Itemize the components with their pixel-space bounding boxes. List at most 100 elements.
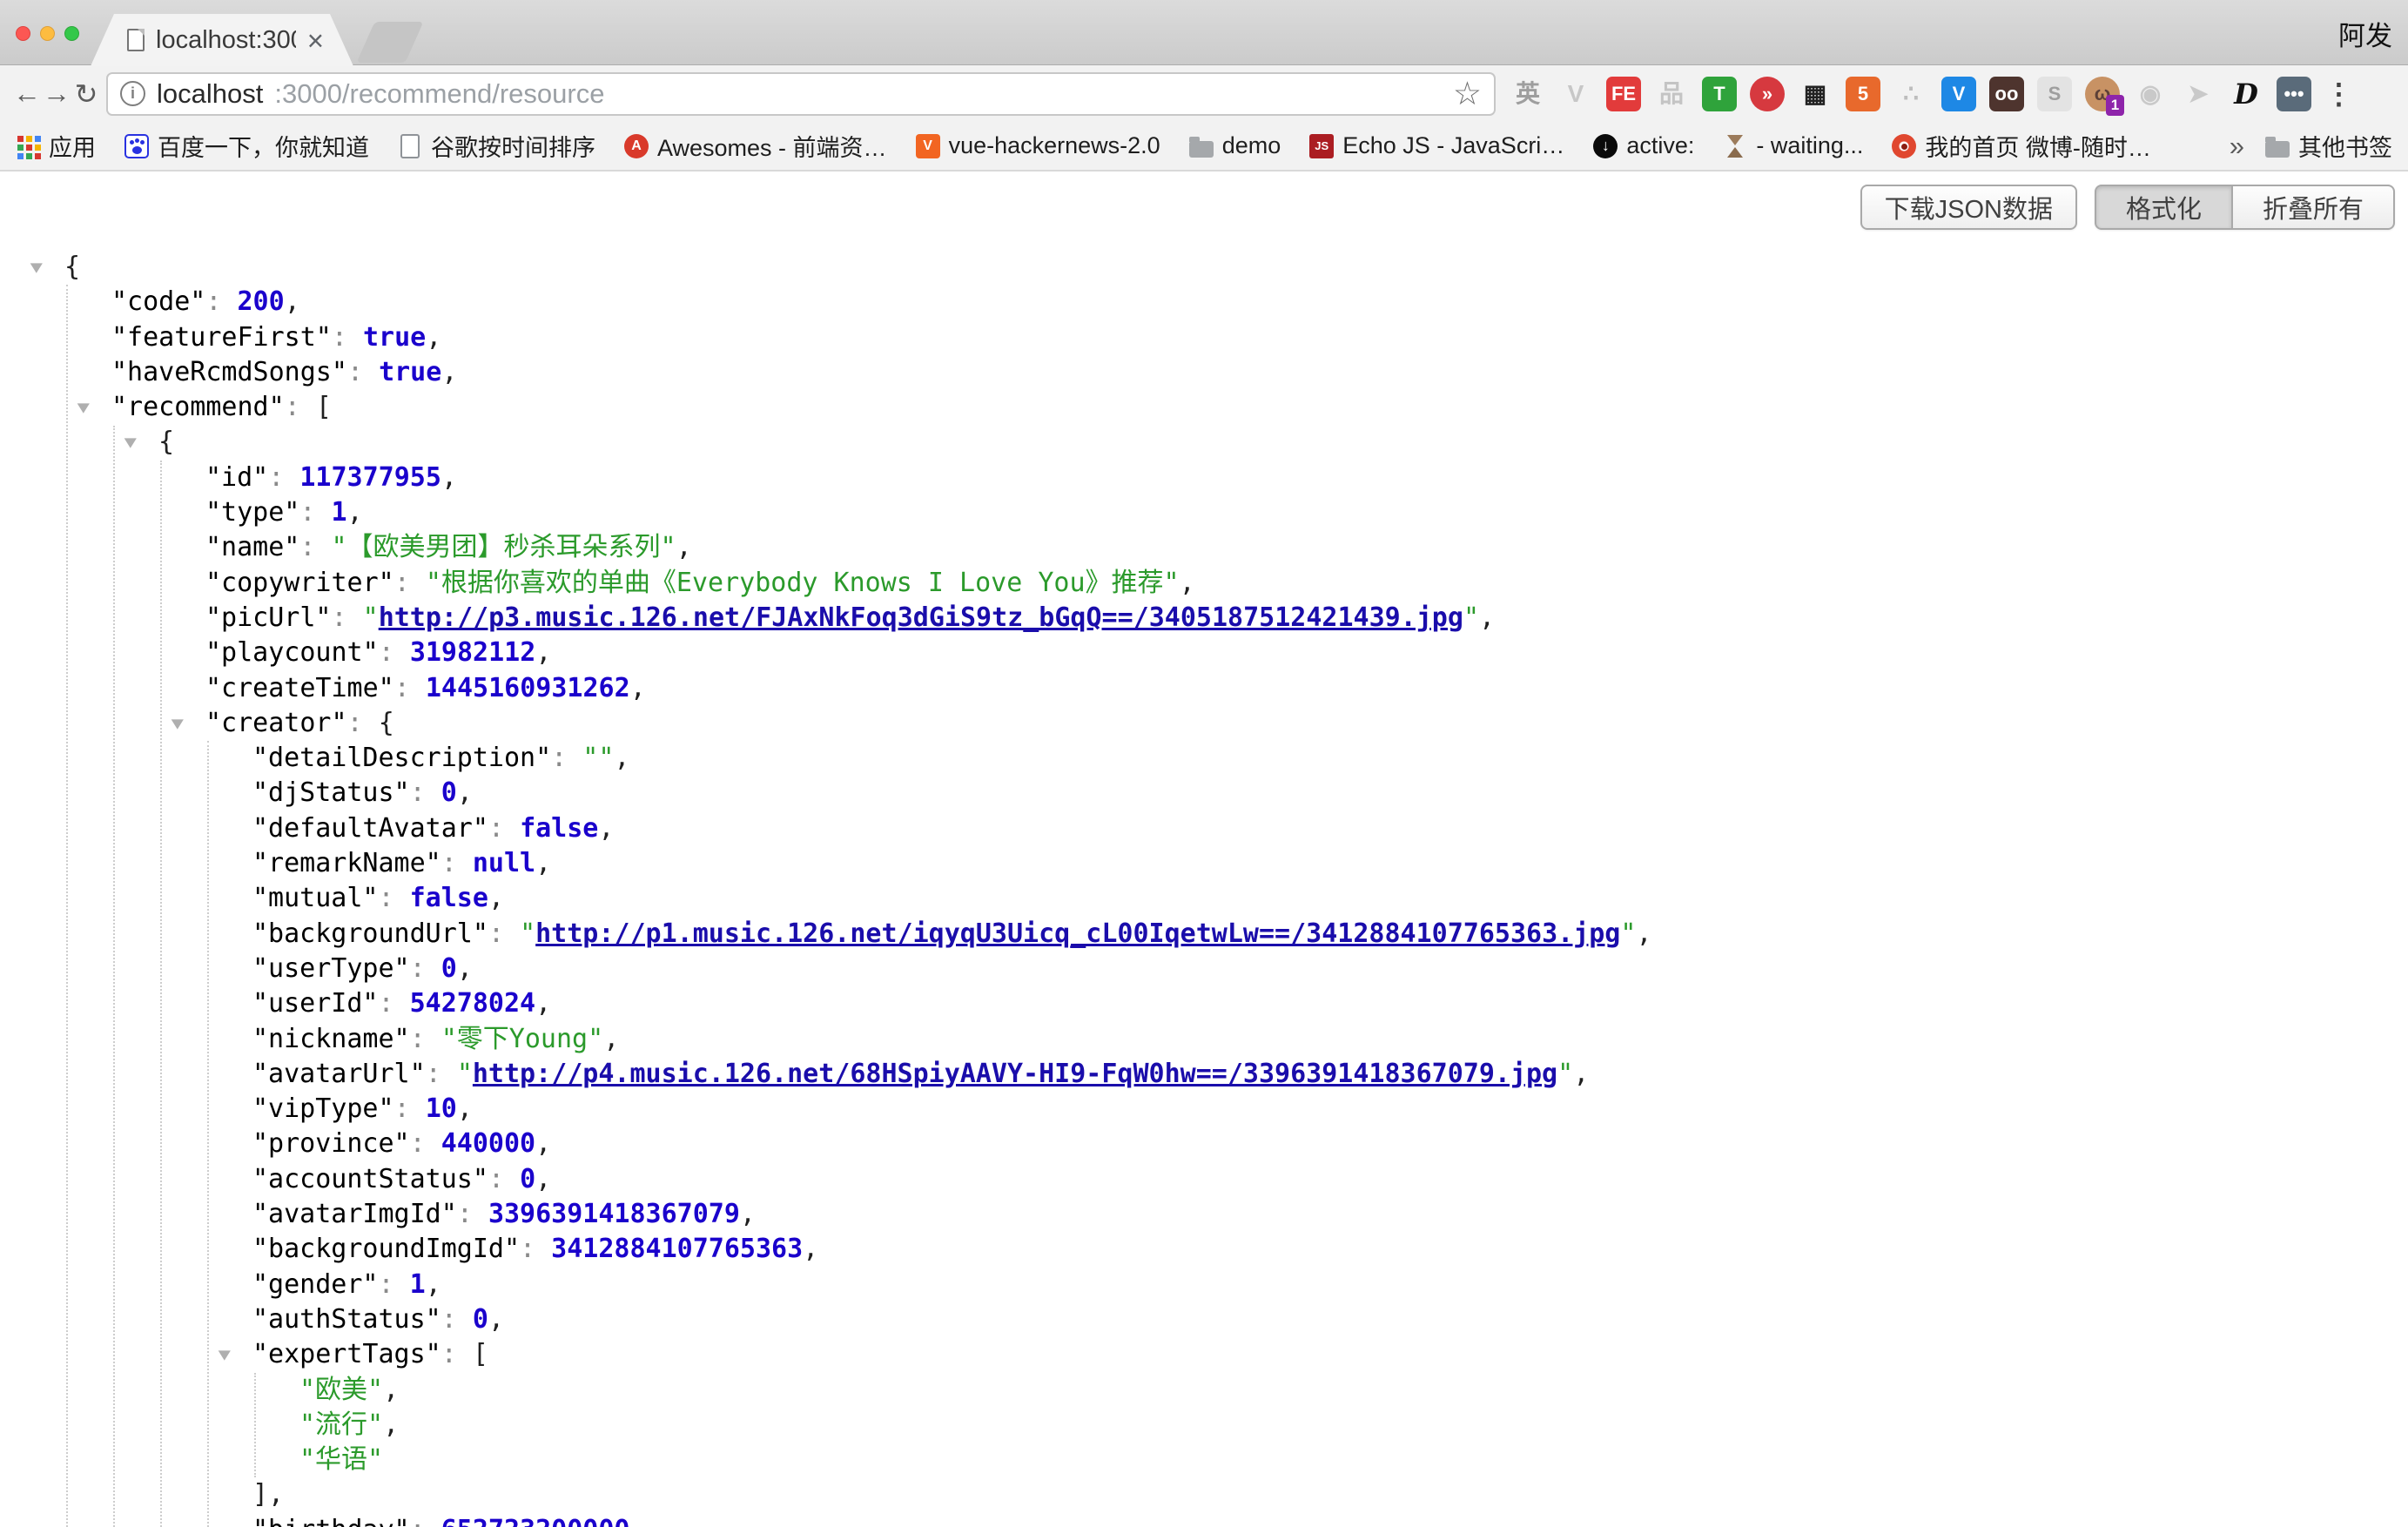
format-button[interactable]: 格式化	[2095, 185, 2233, 230]
json-token-n: 31982112	[410, 637, 536, 668]
json-line: ▼"recommend": [	[0, 390, 2408, 425]
d-letter-icon[interactable]: D	[2229, 77, 2263, 111]
fe-toolbox-icon[interactable]: FE	[1606, 77, 1641, 111]
tab-title: localhost:3000/recommend/re	[156, 26, 296, 55]
json-url-link[interactable]: http://p3.music.126.net/FJAxNkFoq3dGiS9t…	[379, 602, 1463, 633]
json-url-link[interactable]: http://p4.music.126.net/68HSpiyAAVY-HI9-…	[473, 1059, 1557, 1089]
bookmark-apps[interactable]: 应用	[16, 129, 96, 163]
collapse-toggle-icon[interactable]: ▼	[77, 390, 90, 425]
html5-player-icon[interactable]: 5	[1846, 77, 1880, 111]
json-token-c: :	[394, 673, 426, 703]
json-token-s: "华语"	[299, 1444, 383, 1475]
collapse-all-button[interactable]: 折叠所有	[2233, 185, 2395, 230]
json-token-n: 54278024	[410, 988, 536, 1019]
password-box-icon[interactable]: •••	[2277, 77, 2311, 111]
hummingbird-icon[interactable]: ➤	[2181, 77, 2216, 111]
qr-code-icon[interactable]: ▦	[1798, 77, 1833, 111]
translate-icon[interactable]: 英	[1510, 77, 1545, 111]
vimium-icon[interactable]: V	[1941, 77, 1976, 111]
browser-menu-icon[interactable]: ⋮	[2324, 77, 2353, 111]
json-token-p: ],	[252, 1479, 284, 1510]
download-json-button[interactable]: 下载JSON数据	[1860, 185, 2077, 230]
json-token-p: ,	[383, 1409, 399, 1440]
bookmark-active[interactable]: ↓active:	[1593, 132, 1694, 159]
json-token-p: ,	[535, 1164, 551, 1194]
collapse-toggle-icon[interactable]: ▼	[172, 706, 184, 741]
weibo-ext-icon[interactable]: ◉	[2133, 77, 2168, 111]
sitemap-icon[interactable]: 品	[1654, 77, 1689, 111]
folder-icon	[2265, 141, 2290, 158]
json-line: "copywriter": "根据你喜欢的单曲《Everybody Knows …	[0, 566, 2408, 601]
s-letter-icon[interactable]: S	[2037, 77, 2072, 111]
address-bar[interactable]: i localhost:3000/recommend/resource ☆	[106, 72, 1496, 116]
bookmark-waiting[interactable]: - waiting...	[1723, 132, 1863, 159]
json-line: "name": "【欧美男团】秒杀耳朵系列",	[0, 530, 2408, 565]
collapse-toggle-icon[interactable]: ▼	[219, 1337, 231, 1372]
json-url-link[interactable]: http://p1.music.126.net/iqyqU3Uicq_cL00I…	[535, 918, 1620, 949]
collapse-toggle-icon[interactable]: ▼	[124, 425, 137, 460]
window-maximize-button[interactable]	[64, 26, 79, 41]
bookmark-google-sort[interactable]: 谷歌按时间排序	[398, 129, 595, 163]
bookmark-awesomes[interactable]: AAwesomes - 前端资…	[624, 129, 887, 163]
bookmark-vue-hackernews[interactable]: Vvue-hackernews-2.0	[916, 132, 1160, 159]
back-button[interactable]: ←	[12, 77, 42, 110]
json-token-s: "【欧美男团】秒杀耳朵系列"	[332, 532, 676, 562]
bookmark-star-icon[interactable]: ☆	[1453, 77, 1482, 110]
shield-t-icon[interactable]: T	[1702, 77, 1737, 111]
mask-icon-glyph: oo	[1995, 84, 2019, 104]
window-minimize-button[interactable]	[40, 26, 55, 41]
json-token-k: "detailDescription"	[252, 743, 551, 773]
monkey-icon[interactable]: ω1	[2085, 77, 2120, 111]
bookmark-label: active:	[1626, 132, 1694, 159]
bookmark-demo[interactable]: demo	[1189, 132, 1281, 159]
site-info-icon[interactable]: i	[120, 81, 145, 106]
s-letter-icon-glyph: S	[2048, 84, 2062, 104]
bookmark-weibo[interactable]: 我的首页 微博-随时…	[1892, 129, 2151, 163]
json-token-n: 3412884107765363	[551, 1234, 803, 1264]
vue-devtools-icon[interactable]: V	[1558, 77, 1593, 111]
json-token-p: ,	[803, 1234, 818, 1264]
tab-close-icon[interactable]: ×	[307, 26, 324, 55]
bookmark-baidu[interactable]: 百度一下，你就知道	[124, 129, 369, 163]
json-token-k: "avatarImgId"	[252, 1199, 457, 1229]
mask-icon[interactable]: oo	[1989, 77, 2024, 111]
json-line: "playcount": 31982112,	[0, 636, 2408, 670]
bookmark-echojs[interactable]: JSEcho JS - JavaScri…	[1309, 132, 1564, 159]
window-close-button[interactable]	[16, 26, 30, 41]
weibo-icon	[1892, 134, 1916, 158]
json-token-n: 0	[473, 1304, 488, 1335]
json-token-n: 440000	[441, 1128, 535, 1159]
json-token-s: "	[1463, 602, 1479, 633]
other-bookmarks-label: 其他书签	[2298, 129, 2392, 163]
profile-name[interactable]: 阿发	[2338, 14, 2392, 53]
json-token-n: true	[363, 322, 426, 353]
paw-icon[interactable]: ∴	[1893, 77, 1928, 111]
json-token-p: ,	[1479, 602, 1495, 633]
json-token-s: "欧美"	[299, 1375, 383, 1405]
json-line: "流行",	[0, 1408, 2408, 1443]
json-line: ],	[0, 1477, 2408, 1512]
json-token-p: ,	[535, 848, 551, 878]
reload-button[interactable]: ↻	[71, 77, 101, 111]
json-token-k: "playcount"	[205, 637, 379, 668]
json-token-c: :	[410, 1128, 441, 1159]
json-controls: 下载JSON数据 格式化 折叠所有	[1860, 185, 2395, 230]
bookmarks-overflow-icon[interactable]: »	[2230, 131, 2244, 162]
browser-tab[interactable]: localhost:3000/recommend/re ×	[91, 14, 353, 66]
bookmarks-right: » 其他书签	[2230, 129, 2392, 163]
json-line: "haveRcmdSongs": true,	[0, 355, 2408, 390]
json-token-k: "name"	[205, 532, 299, 562]
new-tab-button[interactable]	[357, 22, 424, 63]
json-token-c: :	[347, 708, 379, 738]
json-token-c: :	[205, 286, 237, 317]
forward-button[interactable]: →	[42, 77, 71, 110]
hummingbird-icon-glyph: ➤	[2188, 82, 2208, 106]
page-content: 下载JSON数据 格式化 折叠所有 ▼{"code": 200,"feature…	[0, 173, 2408, 1527]
vue-orange-glyph: V	[916, 134, 940, 158]
json-token-k: "recommend"	[111, 392, 285, 422]
fast-forward-icon[interactable]: »	[1750, 77, 1785, 111]
json-token-n: false	[410, 883, 488, 913]
collapse-toggle-icon[interactable]: ▼	[30, 250, 43, 285]
other-bookmarks-button[interactable]: 其他书签	[2265, 129, 2392, 163]
json-token-c: :	[441, 848, 473, 878]
